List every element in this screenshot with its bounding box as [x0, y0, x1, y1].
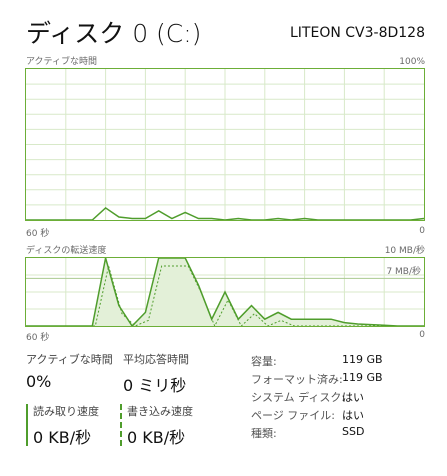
system-disk-value: はい [342, 391, 364, 404]
active-time-chart [25, 68, 425, 221]
active-time-stat-label: アクティブな時間 [26, 353, 113, 366]
active-time-stat-value: 0% [26, 372, 52, 391]
active-time-min-label: 0 [419, 226, 425, 236]
read-speed-value: 0 KB/秒 [33, 428, 92, 447]
formatted-value: 119 GB [342, 371, 383, 384]
read-speed-label: 読み取り速度 [33, 405, 99, 418]
formatted-key: フォーマット済み: [251, 373, 343, 386]
transfer-chart-svg [26, 258, 424, 326]
transfer-duration-label: 60 秒 [26, 333, 50, 343]
pagefile-value: はい [342, 409, 364, 422]
response-time-stat-label: 平均応答時間 [123, 353, 189, 366]
write-speed-value: 0 KB/秒 [127, 428, 186, 447]
disk-type-value: SSD [342, 425, 365, 438]
disk-title: ディスク 0 (C:) [26, 19, 202, 48]
capacity-value: 119 GB [342, 353, 383, 366]
transfer-chart-label: ディスクの転送速度 [26, 246, 107, 256]
pagefile-key: ページ ファイル: [251, 409, 335, 422]
active-time-chart-label: アクティブな時間 [26, 57, 98, 67]
transfer-ref-label: 7 MB/秒 [386, 267, 421, 277]
response-time-stat-value: 0 ミリ秒 [123, 376, 187, 395]
capacity-key: 容量: [251, 355, 277, 368]
active-time-max-label: 100% [399, 57, 425, 67]
transfer-chart [25, 257, 425, 327]
disk-performance-panel: ディスク 0 (C:) LITEON CV3-8D128 アクティブな時間 10… [0, 0, 447, 476]
active-time-chart-svg [26, 69, 424, 220]
transfer-min-label: 0 [419, 330, 425, 340]
disk-type-key: 種類: [251, 427, 277, 440]
write-speed-legend-bar [120, 404, 122, 446]
read-speed-legend-bar [26, 404, 28, 446]
active-time-duration-label: 60 秒 [26, 229, 50, 239]
transfer-max-label: 10 MB/秒 [384, 246, 425, 256]
system-disk-key: システム ディスク: [251, 391, 346, 404]
disk-model: LITEON CV3-8D128 [290, 25, 425, 41]
write-speed-label: 書き込み速度 [127, 405, 193, 418]
